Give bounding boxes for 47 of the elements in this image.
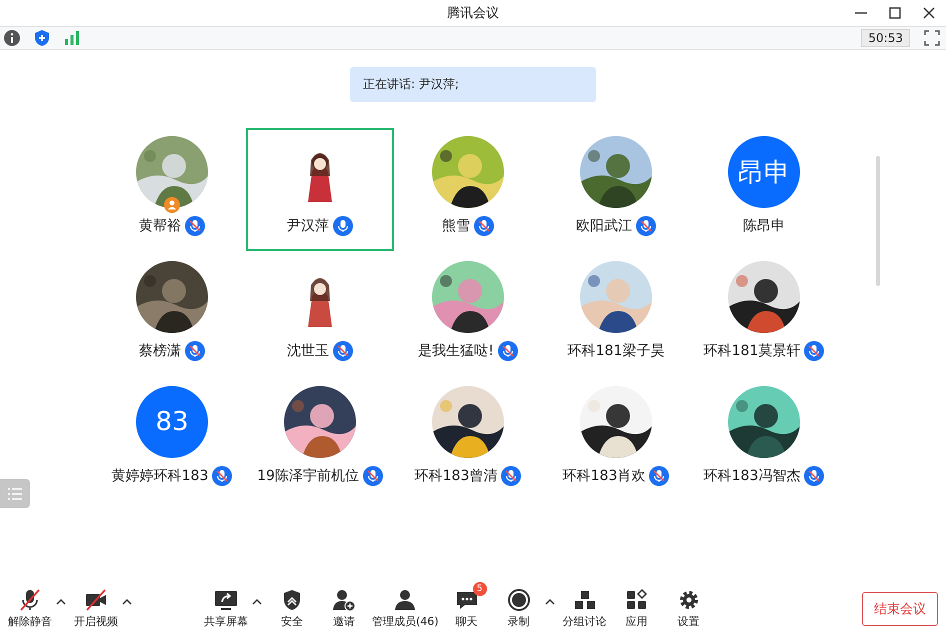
meeting-timer: 50:53 (861, 29, 910, 47)
info-icon[interactable] (3, 29, 21, 47)
participant-tile[interactable]: 尹汉萍 (246, 128, 394, 251)
share-button[interactable]: 共享屏幕 (200, 588, 252, 629)
participant-name: 环科181梁子昊 (568, 342, 664, 360)
participant-name: 黄帮裕 (139, 217, 181, 235)
maximize-icon[interactable] (888, 6, 902, 20)
participant-name: 熊雪 (442, 217, 470, 235)
mic-button[interactable]: 解除静音 (4, 588, 56, 629)
participant-name: 尹汉萍 (287, 217, 329, 235)
speaking-banner: 正在讲话: 尹汉萍; (350, 67, 596, 102)
initials-avatar: 昂申 (728, 136, 800, 208)
end-meeting-button[interactable]: 结束会议 (862, 592, 938, 626)
participant-name: 蔡榜潇 (139, 342, 181, 360)
participant-name: 环科183肖欢 (562, 467, 646, 485)
participant-name: 环科183曾清 (414, 467, 498, 485)
participant-name: 环科183冯智杰 (704, 467, 800, 485)
participant-name: 陈昂申 (743, 217, 785, 235)
caret-icon[interactable] (56, 598, 66, 606)
settings-button[interactable]: 设置 (662, 588, 715, 629)
participant-name: 19陈泽宇前机位 (257, 467, 359, 485)
add-person-icon (331, 588, 357, 612)
security-button[interactable]: 安全 (266, 588, 318, 629)
participant-name: 环科181莫景轩 (704, 342, 800, 360)
participant-name: 沈世玉 (287, 342, 329, 360)
list-icon (7, 486, 23, 500)
close-icon[interactable] (922, 6, 936, 20)
apps-button[interactable]: 应用 (610, 588, 663, 629)
caret-icon[interactable] (544, 598, 555, 606)
caret-icon[interactable] (122, 598, 132, 606)
window-title: 腾讯会议 (447, 5, 499, 22)
initials-avatar: 83 (136, 386, 208, 458)
groups-button[interactable]: 分组讨论 (558, 588, 611, 629)
invite-button[interactable]: 邀请 (318, 588, 370, 629)
caret-icon[interactable] (252, 598, 262, 606)
participant-name: 是我生猛哒! (418, 342, 494, 360)
video-camera-icon (83, 588, 109, 612)
participant-name: 黄婷婷环科183 (112, 467, 208, 485)
members-button[interactable]: 管理成员(46) (370, 588, 441, 629)
record-icon (506, 588, 532, 612)
video-button[interactable]: 开启视频 (70, 588, 122, 629)
record-button[interactable]: 录制 (492, 588, 545, 629)
shield-icon[interactable] (33, 29, 51, 47)
unread-badge: 5 (472, 582, 487, 596)
participant-name: 欧阳武江 (576, 217, 632, 235)
screen-share-icon (213, 588, 239, 612)
fullscreen-icon[interactable] (924, 30, 940, 46)
